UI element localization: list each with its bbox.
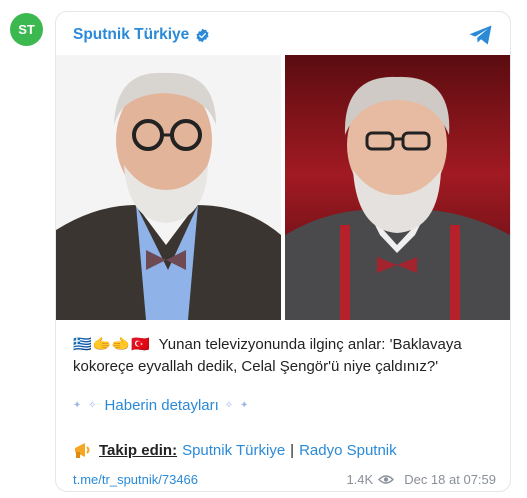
- post-timestamp: Dec 18 at 07:59: [404, 472, 496, 487]
- details-link-row: ✦ ✧ Haberin detayları ✧ ✦: [73, 397, 250, 414]
- photo-left-panel: [56, 55, 281, 320]
- post-link[interactable]: t.me/tr_sputnik/73466: [73, 472, 198, 487]
- sparkle-icon: ✦ ✧: [73, 400, 99, 411]
- view-count: 1.4K: [346, 472, 374, 487]
- details-link[interactable]: Haberin detayları: [105, 397, 219, 414]
- channel-name[interactable]: Sputnik Türkiye: [73, 26, 189, 44]
- follow-link-sputnik-turkiye[interactable]: Sputnik Türkiye: [182, 442, 285, 459]
- photo-right-panel: [285, 55, 510, 320]
- verified-badge-icon: [196, 28, 209, 42]
- post-header: Sputnik Türkiye: [73, 24, 210, 46]
- follow-row: Takip edin: Sputnik Türkiye | Radyo Sput…: [73, 441, 397, 459]
- post-footer: t.me/tr_sputnik/73466 1.4K Dec 18 at 07:…: [73, 472, 496, 487]
- flags-emoji: 🇬🇷🫱‍🫲🇹🇷: [73, 336, 151, 353]
- post-meta: 1.4K Dec 18 at 07:59: [346, 472, 496, 487]
- post-caption: 🇬🇷🫱‍🫲🇹🇷 Yunan televizyonunda ilginç anla…: [73, 334, 498, 378]
- telegram-icon[interactable]: [468, 24, 494, 46]
- post-photo[interactable]: [56, 55, 510, 320]
- follow-link-radyo-sputnik[interactable]: Radyo Sputnik: [299, 442, 397, 459]
- post-card: Sputnik Türkiye: [55, 11, 511, 492]
- follow-separator: |: [290, 441, 295, 459]
- channel-avatar[interactable]: ST: [10, 13, 43, 46]
- eye-icon: [378, 475, 395, 484]
- megaphone-icon: [75, 443, 90, 458]
- follow-label: Takip edin:: [99, 441, 178, 459]
- sparkle-icon: ✧ ✦: [224, 400, 251, 411]
